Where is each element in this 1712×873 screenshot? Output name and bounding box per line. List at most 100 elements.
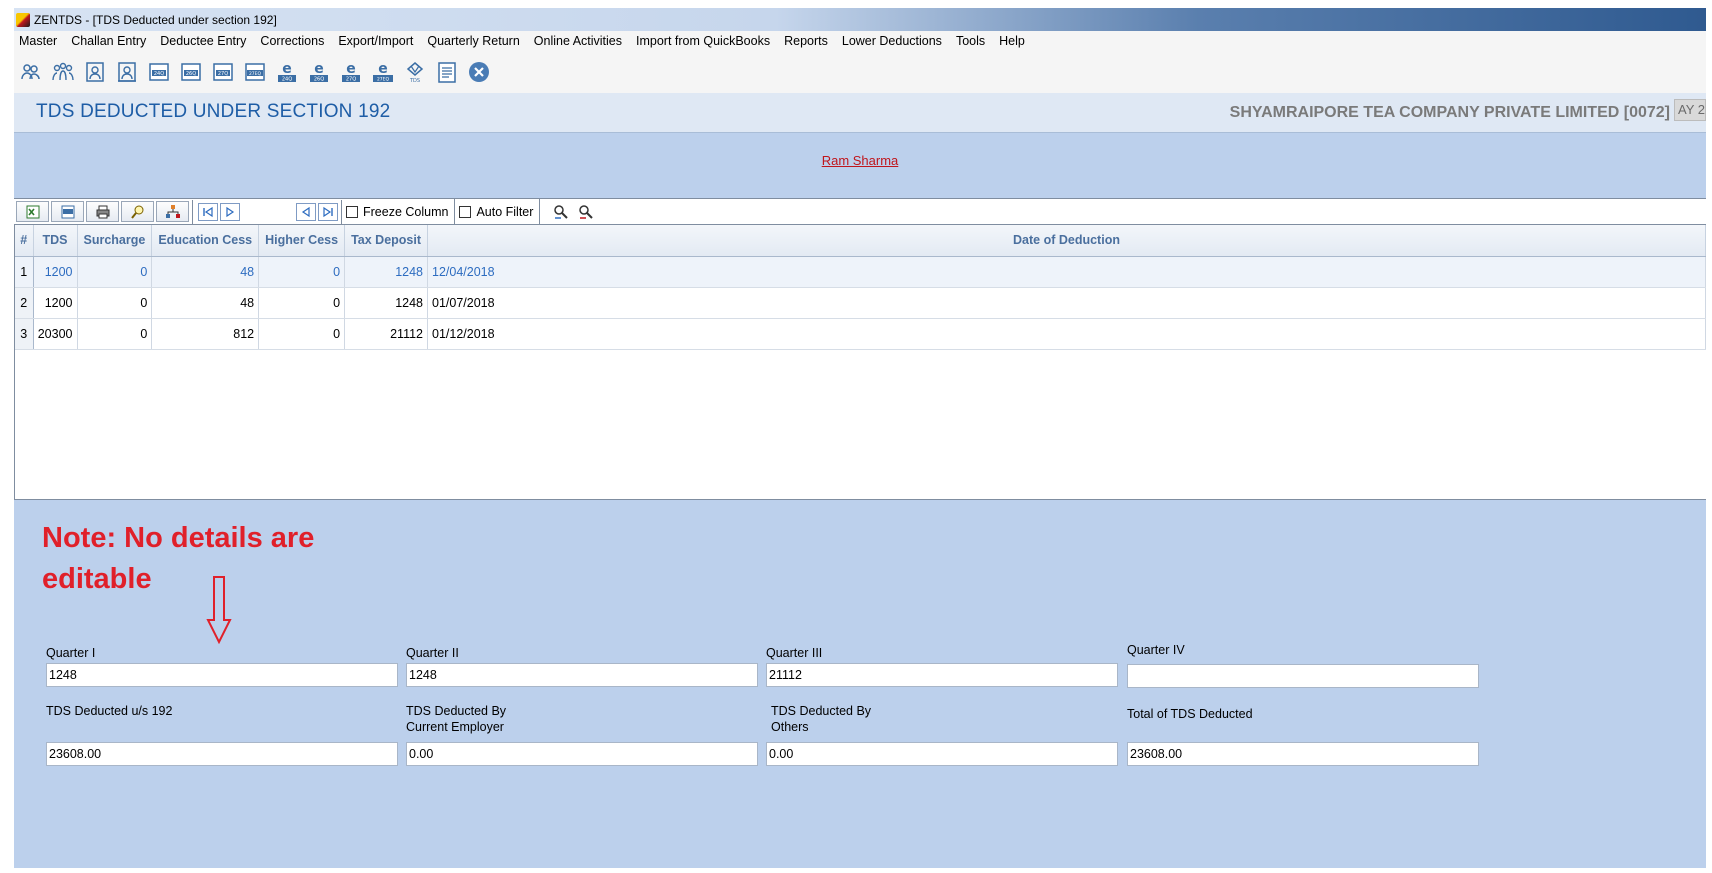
next-record-button[interactable] (220, 202, 240, 221)
label-line-1: TDS Deducted By (771, 704, 872, 718)
form-24q-icon[interactable]: 24Q (145, 58, 173, 86)
total-tds-field[interactable] (1127, 742, 1479, 766)
column-header-date-of-deduction[interactable]: Date of Deduction (427, 225, 1706, 257)
date-of-deduction-cell: 12/04/2018 (427, 256, 1706, 288)
toolbar-divider (192, 199, 193, 224)
menu-master[interactable]: Master (14, 34, 64, 48)
find-icon[interactable] (550, 202, 572, 222)
menu-tools[interactable]: Tools (949, 34, 992, 48)
label-line-2: Current Employer (406, 720, 504, 734)
last-record-button[interactable] (318, 202, 338, 221)
quarter-3-field[interactable] (766, 663, 1118, 687)
svg-text:26Q: 26Q (314, 77, 324, 83)
hierarchy-button[interactable] (156, 201, 189, 222)
menu-challan-entry[interactable]: Challan Entry (64, 34, 153, 48)
export-excel-button[interactable] (16, 201, 49, 222)
tds-deducted-192-label: TDS Deducted u/s 192 (46, 703, 172, 719)
tds-others-field[interactable] (766, 742, 1118, 766)
note-line-1: Note: No details are (42, 522, 315, 554)
menu-reports[interactable]: Reports (777, 34, 835, 48)
tds-current-employer-field[interactable] (406, 742, 758, 766)
menu-help[interactable]: Help (992, 34, 1032, 48)
menu-quarterly-return[interactable]: Quarterly Return (420, 34, 526, 48)
person-card-icon[interactable] (81, 58, 109, 86)
print-button[interactable] (86, 201, 119, 222)
education-cess-cell: 48 (151, 287, 260, 319)
svg-text:TDS: TDS (409, 78, 420, 84)
title-bar: ZENTDS - [TDS Deducted under section 192… (14, 8, 1706, 31)
menu-deductee-entry[interactable]: Deductee Entry (153, 34, 253, 48)
menu-import-quickbooks[interactable]: Import from QuickBooks (629, 34, 777, 48)
menu-export-import[interactable]: Export/Import (331, 34, 420, 48)
company-name: SHYAMRAIPORE TEA COMPANY PRIVATE LIMITED… (1229, 104, 1670, 121)
page-header: TDS DEDUCTED UNDER SECTION 192 SHYAMRAIP… (14, 93, 1706, 133)
quarter-1-label: Quarter I (46, 646, 96, 660)
users-icon[interactable] (17, 58, 45, 86)
svg-text:27Q: 27Q (346, 77, 356, 83)
deductee-name-link[interactable]: Ram Sharma (14, 153, 1706, 168)
auto-filter-label: Auto Filter (476, 204, 534, 219)
app-logo-icon (16, 12, 30, 27)
education-cess-cell: 48 (151, 256, 260, 288)
main-toolbar: 24Q 26Q 27Q 27EQ e 24Q e 26Q e 27Q e 27EQ TD… (14, 51, 1706, 93)
note-line-2: editable (42, 563, 152, 595)
table-row[interactable]: 2 1200 0 48 0 1248 01/07/2018 (15, 287, 1706, 319)
close-circle-icon[interactable] (465, 58, 493, 86)
efile-27q-icon[interactable]: e 27Q (337, 58, 365, 86)
freeze-column-checkbox[interactable]: Freeze Column (342, 199, 456, 224)
first-record-button[interactable] (198, 202, 218, 221)
document-icon[interactable] (433, 58, 461, 86)
tds-others-label: TDS Deducted By Others (771, 703, 871, 735)
group-users-icon[interactable] (49, 58, 77, 86)
quarter-4-label: Quarter IV (1127, 643, 1185, 657)
person-card-2-icon[interactable] (113, 58, 141, 86)
tds-current-employer-label: TDS Deducted By Current Employer (406, 703, 506, 735)
column-header-index[interactable]: # (15, 225, 34, 257)
quarter-4-field[interactable] (1127, 664, 1479, 688)
tds-deducted-192-field[interactable] (46, 742, 398, 766)
quarter-2-field[interactable] (406, 663, 758, 687)
quarter-1-field[interactable] (46, 663, 398, 687)
efile-27eq-icon[interactable]: e 27EQ (369, 58, 397, 86)
column-header-surcharge[interactable]: Surcharge (77, 225, 153, 257)
preview-button[interactable] (121, 201, 154, 222)
form-26q-icon[interactable]: 26Q (177, 58, 205, 86)
form-27q-icon[interactable]: 27Q (209, 58, 237, 86)
app-window: ZENTDS - [TDS Deducted under section 192… (14, 8, 1706, 868)
tax-deposit-cell: 21112 (344, 318, 428, 350)
tds-cell: 1200 (33, 256, 78, 288)
find-next-icon[interactable] (575, 202, 597, 222)
form-27eq-icon[interactable]: 27EQ (241, 58, 269, 86)
menu-corrections[interactable]: Corrections (253, 34, 331, 48)
assessment-year-box: AY 2 (1674, 99, 1706, 121)
label-line-1: TDS Deducted By (406, 704, 507, 718)
tds-icon[interactable]: TDS (401, 58, 429, 86)
column-header-education-cess[interactable]: Education Cess (151, 225, 260, 257)
checkbox-box[interactable] (459, 205, 472, 218)
column-header-higher-cess[interactable]: Higher Cess (258, 225, 346, 257)
education-cess-cell: 812 (151, 318, 260, 350)
menu-online-activities[interactable]: Online Activities (527, 34, 629, 48)
previous-record-button[interactable] (296, 202, 316, 221)
checkbox-box[interactable] (346, 205, 358, 218)
column-header-tax-deposit[interactable]: Tax Deposit (344, 225, 428, 257)
table-row[interactable]: 3 20300 0 812 0 21112 01/12/2018 (15, 318, 1706, 350)
auto-filter-checkbox[interactable]: Auto Filter (455, 199, 541, 224)
svg-text:26Q: 26Q (186, 71, 196, 77)
down-arrow-icon (206, 576, 232, 644)
page-title: TDS DEDUCTED UNDER SECTION 192 (36, 101, 391, 122)
efile-24q-icon[interactable]: e 24Q (273, 58, 301, 86)
svg-text:e: e (314, 61, 324, 77)
svg-text:24Q: 24Q (282, 77, 292, 83)
table-row[interactable]: 1 1200 0 48 0 1248 12/04/2018 (15, 256, 1706, 288)
efile-26q-icon[interactable]: e 26Q (305, 58, 333, 86)
surcharge-cell: 0 (77, 318, 153, 350)
export-csv-button[interactable] (51, 201, 84, 222)
grid-toolbar: Freeze Column Auto Filter (14, 198, 1706, 225)
svg-text:27EQ: 27EQ (377, 77, 390, 83)
tds-deducted-192-label-text: TDS Deducted u/s 192 (46, 704, 173, 718)
label-line-2: Others (771, 720, 809, 734)
column-header-tds[interactable]: TDS (33, 225, 78, 257)
menu-lower-deductions[interactable]: Lower Deductions (835, 34, 949, 48)
row-index-cell: 2 (15, 287, 34, 319)
